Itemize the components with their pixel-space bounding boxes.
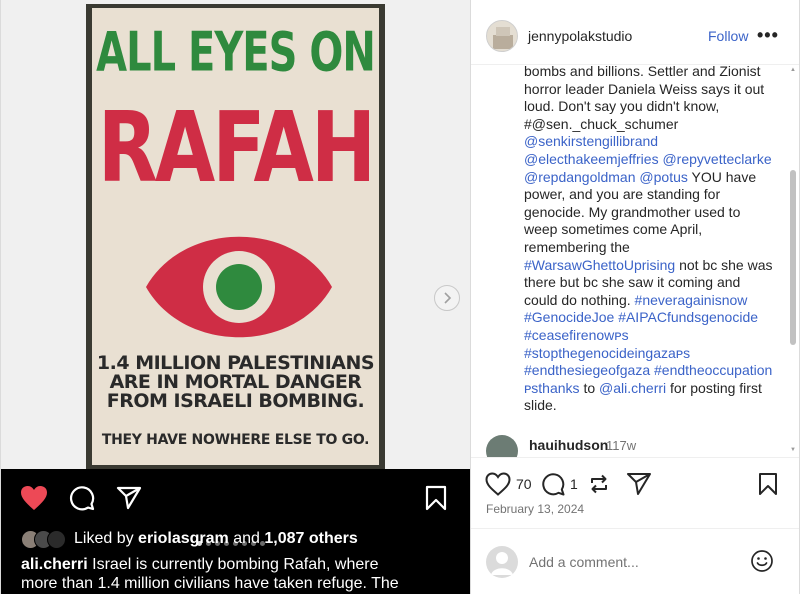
mention-link[interactable]: @electhakeemjeffries — [524, 151, 659, 167]
hashtag-link[interactable]: #ceasefirenowᴘs — [524, 327, 629, 343]
poster: ALL EYES ON RAFAH 1.4 MILLION PALESTINIA… — [92, 8, 379, 465]
comment-timestamp[interactable]: 117w — [606, 438, 636, 453]
user-placeholder-icon — [491, 552, 513, 575]
next-slide-button[interactable] — [434, 285, 460, 311]
follow-button[interactable]: Follow — [708, 28, 748, 44]
liked-by-user-link[interactable]: eriolasgram — [138, 530, 229, 548]
avatar — [486, 546, 518, 578]
post-header: jennypolakstudio Follow ••• — [471, 0, 799, 65]
media-overlay-bar: Liked by eriolasgram and 1,087 others al… — [1, 469, 471, 594]
comment-username[interactable]: hauihudson — [529, 437, 608, 453]
avatar[interactable] — [486, 20, 518, 52]
comment-item: hauihudson 117w — [486, 432, 786, 457]
post-caption: bombs and billions. Settler and Zionist … — [524, 65, 776, 415]
mention-link[interactable]: @potus — [639, 169, 687, 185]
liked-by-others-link[interactable]: 1,087 others — [264, 530, 357, 548]
avatar — [47, 529, 66, 549]
hashtag-link[interactable]: #endtheoccupation — [654, 362, 772, 378]
comments-scrollbar[interactable]: ▲ ▼ — [789, 67, 797, 455]
emoji-button[interactable] — [750, 549, 774, 573]
caption-preview-line: more than 1.4 million civilians have tak… — [21, 575, 399, 592]
liked-by-label: Liked by — [74, 530, 134, 547]
save-button[interactable] — [758, 471, 778, 497]
overlay-actions — [1, 483, 471, 513]
bookmark-icon — [759, 473, 777, 495]
post-date[interactable]: February 13, 2024 — [486, 502, 584, 516]
like-button[interactable] — [19, 483, 49, 513]
comments-count[interactable]: 1 — [570, 476, 578, 492]
poster-headline: ALL EYES ON — [96, 22, 376, 85]
comments-section[interactable]: bombs and billions. Settler and Zionist … — [471, 65, 800, 457]
hashtag-link[interactable]: #AIPACfundsgenocide — [618, 309, 758, 325]
send-icon — [627, 473, 651, 495]
scroll-down-arrow-icon[interactable]: ▼ — [789, 447, 797, 455]
heart-icon — [485, 472, 511, 496]
hashtag-link[interactable]: #endthesiegeofgaza — [524, 362, 650, 378]
share-button[interactable] — [626, 471, 652, 497]
profile-photo-icon — [487, 21, 517, 51]
poster-title: RAFAH — [97, 92, 376, 205]
more-options-button[interactable]: ••• — [757, 25, 779, 46]
poster-body-line: FROM ISRAELI BOMBING. — [106, 390, 365, 412]
hashtag-link[interactable]: #neveragainisnow — [635, 292, 748, 308]
hashtag-link[interactable]: ᴘsthanks — [524, 380, 580, 396]
share-button[interactable] — [114, 483, 144, 513]
poster-footer: THEY HAVE NOWHERE ELSE TO GO. — [101, 432, 370, 448]
chevron-right-icon — [444, 292, 452, 304]
post-image[interactable]: ALL EYES ON RAFAH 1.4 MILLION PALESTINIA… — [86, 4, 385, 469]
comment-icon — [69, 486, 95, 511]
mention-link[interactable]: @ali.cherri — [599, 380, 666, 396]
like-button[interactable]: 70 — [485, 471, 532, 497]
liked-by-summary[interactable]: Liked by eriolasgram and 1,087 others — [21, 529, 358, 549]
comment-button[interactable]: 1 — [541, 471, 578, 497]
liked-by-and: and — [233, 530, 260, 547]
save-button[interactable] — [421, 483, 451, 513]
avatar[interactable] — [486, 435, 518, 457]
eye-icon — [146, 236, 332, 338]
caption-preview: ali.cherri Israel is currently bombing R… — [21, 555, 461, 593]
author-username[interactable]: jennypolakstudio — [528, 28, 632, 44]
repost-icon — [591, 474, 607, 494]
scrollbar-thumb[interactable] — [790, 170, 796, 345]
likes-count[interactable]: 70 — [516, 476, 532, 492]
comment-icon — [542, 473, 565, 496]
add-comment-bar — [471, 528, 799, 594]
liker-avatars — [21, 529, 66, 549]
post-media-pane: ALL EYES ON RAFAH 1.4 MILLION PALESTINIA… — [0, 0, 471, 594]
hashtag-link[interactable]: #WarsawGhettoUprising — [524, 257, 675, 273]
caption-text: bombs and billions. Settler and Zionist … — [524, 65, 765, 132]
scroll-up-arrow-icon[interactable]: ▲ — [789, 67, 797, 75]
post-details-pane: jennypolakstudio Follow ••• bombs and bi… — [470, 0, 800, 594]
mention-link[interactable]: @repyvetteclarke — [662, 151, 771, 167]
caption-preview-line: Israel is currently bombing Rafah, where — [92, 556, 379, 573]
send-icon — [116, 486, 142, 510]
caption-username[interactable]: ali.cherri — [21, 556, 88, 573]
emoji-icon — [751, 550, 773, 572]
comment-input[interactable] — [529, 552, 739, 572]
hashtag-link[interactable]: #GenocideJoe — [524, 309, 614, 325]
comment-button[interactable] — [67, 483, 97, 513]
mention-link[interactable]: @senkirstengillibrand — [524, 133, 658, 149]
heart-filled-icon — [21, 486, 47, 510]
repost-button[interactable] — [588, 471, 610, 497]
hashtag-link[interactable]: #stopthegenocideingazaᴘs — [524, 345, 690, 361]
bookmark-icon — [425, 485, 447, 511]
caption-text: to — [583, 379, 596, 396]
mention-link[interactable]: @repdangoldman — [524, 169, 636, 185]
poster-body: 1.4 MILLION PALESTINIANS ARE IN MORTAL D… — [92, 354, 379, 411]
